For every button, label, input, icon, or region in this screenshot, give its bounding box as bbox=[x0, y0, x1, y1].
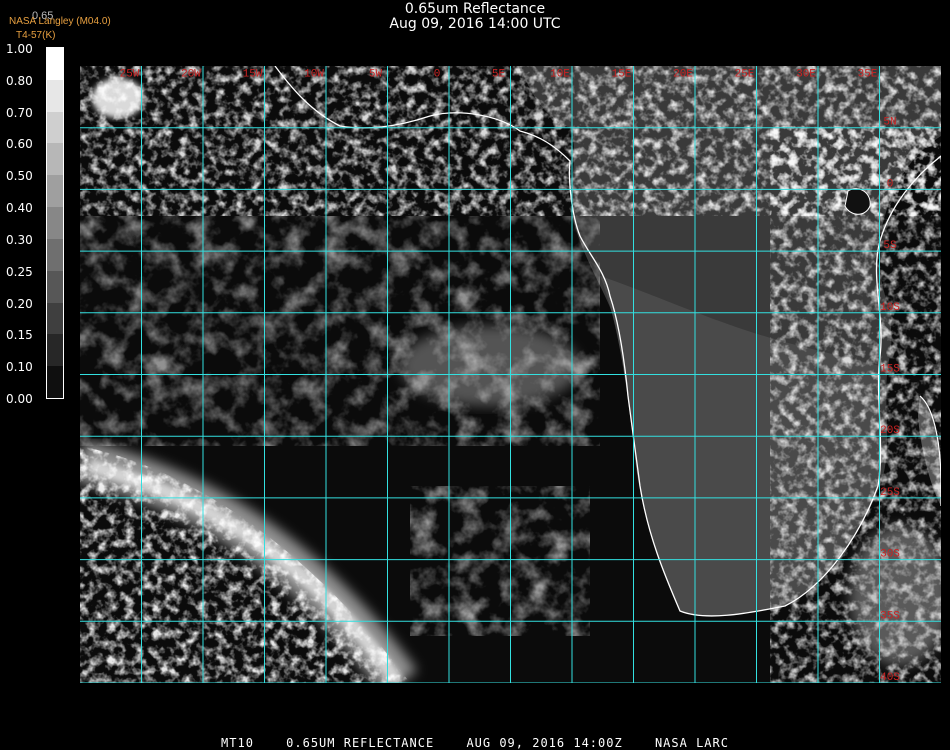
lon-label: 20E bbox=[673, 68, 693, 80]
footer-datetime: AUG 09, 2016 14:00Z bbox=[466, 736, 623, 750]
map-svg: 25W 20W 15W 10W 5W 0 5E 10E 15E 20E 25E 30E 35E 5N 0 5S… bbox=[80, 66, 941, 683]
header: 0.65um Reflectance Aug 09, 2016 14:00 UT… bbox=[0, 2, 950, 32]
colorbar-segment bbox=[47, 111, 63, 144]
lon-label: 25E bbox=[735, 68, 755, 80]
lon-label: 10E bbox=[550, 68, 570, 80]
lat-label: 40S bbox=[880, 672, 900, 683]
cloud-mass-center bbox=[400, 326, 580, 406]
colorbar-label: 0.15 bbox=[6, 328, 33, 343]
colorbar-segment bbox=[47, 79, 63, 112]
lon-label: 20W bbox=[181, 68, 201, 80]
satellite-map[interactable]: 25W 20W 15W 10W 5W 0 5E 10E 15E 20E 25E 30E 35E 5N 0 5S… bbox=[80, 66, 941, 683]
lat-label: 25S bbox=[880, 487, 900, 499]
colorbar-segment bbox=[47, 334, 63, 367]
cloud-lower-center bbox=[410, 486, 590, 636]
producer-label: NASA Langley (M04.0) bbox=[9, 16, 111, 27]
product-code-label: T4-57(K) bbox=[16, 30, 56, 41]
lon-label: 5E bbox=[492, 68, 506, 80]
colorbar-label: 0.10 bbox=[6, 360, 33, 375]
colorbar-segment bbox=[47, 238, 63, 271]
footer-product: 0.65UM REFLECTANCE bbox=[286, 736, 435, 750]
lat-label: 35S bbox=[880, 610, 900, 622]
footer-caption: MT10 0.65UM REFLECTANCE AUG 09, 2016 14:… bbox=[0, 736, 950, 750]
lat-label: 30S bbox=[880, 549, 900, 561]
lon-label: 15W bbox=[243, 68, 263, 80]
lon-label: 0 bbox=[434, 68, 441, 80]
image-title: 0.65um Reflectance bbox=[404, 1, 546, 17]
colorbar-segment bbox=[47, 270, 63, 303]
lat-label: 15S bbox=[880, 364, 900, 376]
footer-source: NASA LARC bbox=[654, 736, 729, 750]
colorbar-label: 0.60 bbox=[6, 137, 33, 152]
colorbar-label: 0.20 bbox=[6, 296, 33, 311]
lon-label: 15E bbox=[612, 68, 632, 80]
lat-label: 5N bbox=[883, 117, 896, 129]
colorbar-label: 0.70 bbox=[6, 105, 33, 120]
image-datetime: Aug 09, 2016 14:00 UTC bbox=[389, 16, 561, 32]
colorbar-label: 0.50 bbox=[6, 169, 33, 184]
colorbar-segment bbox=[47, 366, 63, 398]
lat-label: 10S bbox=[880, 302, 900, 314]
colorbar-label: 1.00 bbox=[6, 42, 33, 56]
colorbar-label: 0.30 bbox=[6, 232, 33, 247]
bright-cloud-nw bbox=[92, 78, 144, 118]
lat-label: 20S bbox=[880, 425, 900, 437]
lon-label: 5W bbox=[369, 68, 383, 80]
lon-label: 10W bbox=[304, 68, 324, 80]
lon-label: 35E bbox=[858, 68, 878, 80]
lon-label: 30E bbox=[796, 68, 816, 80]
colorbar-label: 0.25 bbox=[6, 264, 33, 279]
reflectance-colorbar bbox=[46, 47, 64, 399]
colorbar-segment bbox=[47, 175, 63, 208]
colorbar-label: 0.00 bbox=[6, 392, 33, 406]
lat-label: 5S bbox=[883, 240, 897, 252]
colorbar-segment bbox=[47, 207, 63, 239]
lon-label: 25W bbox=[120, 68, 140, 80]
colorbar-label: 0.80 bbox=[6, 73, 33, 88]
colorbar-label: 0.40 bbox=[6, 201, 33, 216]
footer-satellite: MT10 bbox=[221, 736, 254, 750]
colorbar-segment bbox=[47, 143, 63, 176]
colorbar-segment bbox=[47, 302, 63, 335]
lat-label: 0 bbox=[887, 178, 894, 190]
colorbar-segment bbox=[47, 48, 63, 80]
